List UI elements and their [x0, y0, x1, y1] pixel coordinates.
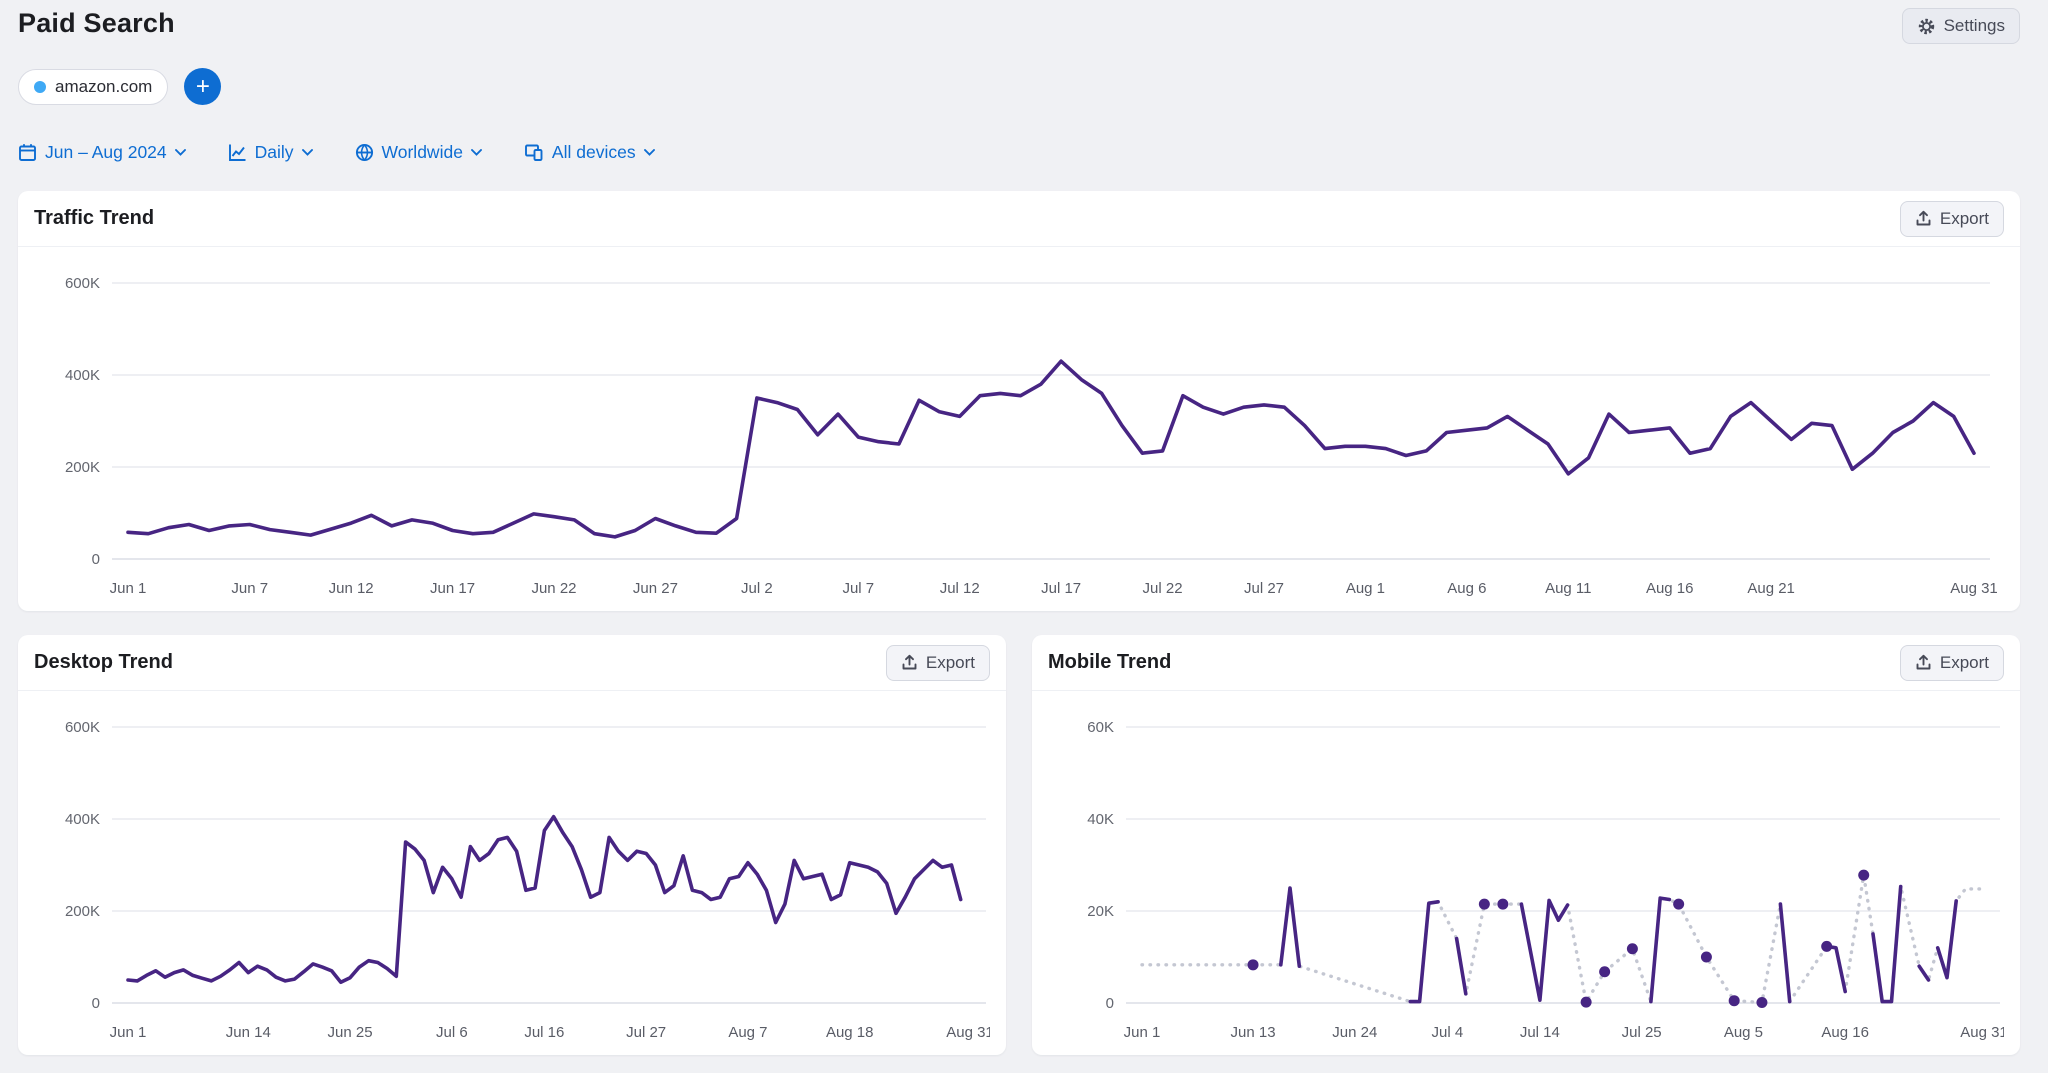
gear-icon [1917, 17, 1936, 36]
svg-text:60K: 60K [1087, 719, 1114, 736]
svg-text:Aug 5: Aug 5 [1724, 1024, 1763, 1041]
globe-icon [355, 143, 374, 162]
svg-text:Jun 22: Jun 22 [531, 580, 576, 597]
svg-text:Jul 27: Jul 27 [1244, 580, 1284, 597]
svg-text:Jul 7: Jul 7 [842, 580, 874, 597]
devices-icon [524, 143, 544, 162]
svg-text:Aug 31: Aug 31 [946, 1024, 990, 1041]
mobile-trend-chart: 0 20K 40K 60K Jun 1 Jun 13 Jun 24 Jul 4 Jul 14 Ju… [1032, 691, 2020, 1054]
svg-text:0: 0 [92, 551, 100, 568]
svg-text:20K: 20K [1087, 903, 1114, 920]
traffic-export-button[interactable]: Export [1900, 201, 2004, 237]
mobile-trend-card: Mobile Trend Export 0 20K 40K 60K Jun 1 Jun 1… [1032, 635, 2020, 1055]
chevron-down-icon [644, 149, 655, 156]
svg-text:Jul 17: Jul 17 [1041, 580, 1081, 597]
traffic-trend-chart: 0 200K 400K 600K Jun 1 Jun 7 Jun 12 Jun 17 Jun 2… [18, 247, 2020, 610]
settings-button[interactable]: Settings [1902, 8, 2020, 44]
svg-text:600K: 600K [65, 275, 100, 292]
svg-text:Jun 14: Jun 14 [226, 1024, 271, 1041]
filter-row: Jun – Aug 2024 Daily Worldwide [18, 142, 655, 163]
svg-text:Jul 16: Jul 16 [524, 1024, 564, 1041]
svg-text:400K: 400K [65, 367, 100, 384]
svg-text:600K: 600K [65, 719, 100, 736]
svg-text:Jun 1: Jun 1 [110, 580, 147, 597]
svg-text:Jun 12: Jun 12 [329, 580, 374, 597]
mobile-card-title: Mobile Trend [1048, 651, 1171, 674]
svg-text:0: 0 [92, 995, 100, 1012]
desktop-trend-chart: 0 200K 400K 600K Jun 1 Jun 14 Jun 25 Jul 6 Jul 1… [18, 691, 1006, 1054]
svg-text:Jun 1: Jun 1 [1124, 1024, 1161, 1041]
svg-text:Aug 16: Aug 16 [1646, 580, 1694, 597]
svg-text:Aug 31: Aug 31 [1950, 580, 1998, 597]
svg-text:Jun 13: Jun 13 [1231, 1024, 1276, 1041]
desktop-export-button[interactable]: Export [886, 645, 990, 681]
mobile-card-header: Mobile Trend Export [1032, 635, 2020, 691]
export-label: Export [1940, 653, 1989, 673]
svg-text:Jun 24: Jun 24 [1332, 1024, 1377, 1041]
location-filter[interactable]: Worldwide [355, 142, 482, 163]
export-icon [1915, 210, 1932, 227]
date-range-label: Jun – Aug 2024 [45, 142, 167, 163]
chevron-down-icon [302, 149, 313, 156]
svg-text:Jul 12: Jul 12 [940, 580, 980, 597]
svg-text:Aug 6: Aug 6 [1447, 580, 1486, 597]
granularity-filter[interactable]: Daily [228, 142, 313, 163]
export-label: Export [926, 653, 975, 673]
export-icon [901, 654, 918, 671]
svg-text:Jun 27: Jun 27 [633, 580, 678, 597]
chevron-down-icon [471, 149, 482, 156]
svg-text:Aug 7: Aug 7 [728, 1024, 767, 1041]
svg-text:40K: 40K [1087, 811, 1114, 828]
svg-text:Aug 18: Aug 18 [826, 1024, 874, 1041]
svg-text:Jul 22: Jul 22 [1143, 580, 1183, 597]
desktop-card-header: Desktop Trend Export [18, 635, 1006, 691]
svg-text:Jul 2: Jul 2 [741, 580, 773, 597]
traffic-trend-card: Traffic Trend Export 0 200K 400K 600K Jun 1 J… [18, 191, 2020, 611]
svg-text:200K: 200K [65, 903, 100, 920]
svg-text:Aug 1: Aug 1 [1346, 580, 1385, 597]
devices-filter[interactable]: All devices [524, 142, 655, 163]
date-range-filter[interactable]: Jun – Aug 2024 [18, 142, 186, 163]
svg-text:Jun 1: Jun 1 [110, 1024, 147, 1041]
svg-text:Jul 4: Jul 4 [1431, 1024, 1463, 1041]
calendar-icon [18, 143, 37, 162]
export-label: Export [1940, 209, 1989, 229]
svg-text:Jul 27: Jul 27 [626, 1024, 666, 1041]
page-title: Paid Search [18, 8, 175, 39]
svg-text:Aug 21: Aug 21 [1747, 580, 1795, 597]
svg-text:0: 0 [1106, 995, 1114, 1012]
settings-label: Settings [1944, 16, 2005, 36]
domain-chip-row: amazon.com + [18, 68, 221, 105]
svg-text:Jul 6: Jul 6 [436, 1024, 468, 1041]
traffic-card-title: Traffic Trend [34, 207, 154, 230]
svg-text:Jul 25: Jul 25 [1622, 1024, 1662, 1041]
domain-color-dot [34, 81, 46, 93]
granularity-label: Daily [255, 142, 294, 163]
svg-text:Aug 11: Aug 11 [1545, 580, 1591, 597]
add-domain-button[interactable]: + [184, 68, 221, 105]
svg-text:Aug 16: Aug 16 [1821, 1024, 1869, 1041]
desktop-trend-card: Desktop Trend Export 0 200K 400K 600K Jun 1 J… [18, 635, 1006, 1055]
location-label: Worldwide [382, 142, 463, 163]
svg-text:Aug 31: Aug 31 [1960, 1024, 2004, 1041]
traffic-card-header: Traffic Trend Export [18, 191, 2020, 247]
desktop-card-title: Desktop Trend [34, 651, 173, 674]
svg-text:400K: 400K [65, 811, 100, 828]
chevron-down-icon [175, 149, 186, 156]
export-icon [1915, 654, 1932, 671]
domain-chip[interactable]: amazon.com [18, 69, 168, 105]
svg-text:200K: 200K [65, 459, 100, 476]
devices-label: All devices [552, 142, 636, 163]
svg-text:Jun 7: Jun 7 [231, 580, 268, 597]
domain-label: amazon.com [55, 77, 152, 97]
mobile-export-button[interactable]: Export [1900, 645, 2004, 681]
line-chart-icon [228, 143, 247, 162]
svg-text:Jul 14: Jul 14 [1520, 1024, 1560, 1041]
svg-text:Jun 17: Jun 17 [430, 580, 475, 597]
svg-text:Jun 25: Jun 25 [328, 1024, 373, 1041]
